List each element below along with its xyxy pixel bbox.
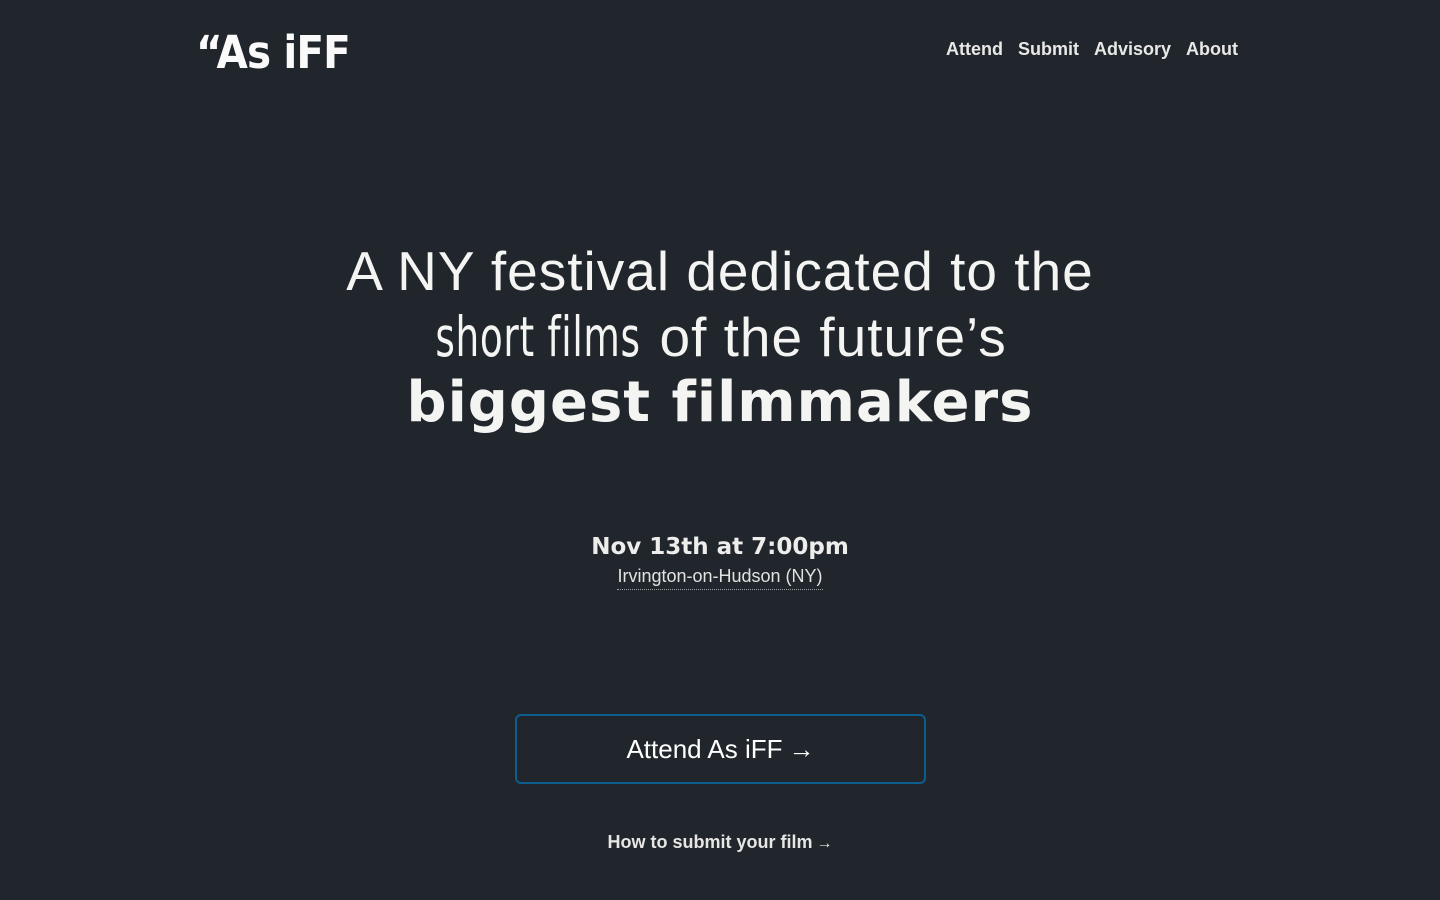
- event-date: Nov 13th at 7:00pm: [591, 534, 849, 560]
- event-location-link[interactable]: Irvington-on-Hudson (NY): [617, 565, 823, 590]
- hero-line-2-rest: of the future’s: [643, 306, 1007, 368]
- attend-button-label: Attend As iFF: [626, 733, 783, 764]
- site-header: “As iFF Attend Submit Advisory About: [0, 0, 1440, 100]
- hero-line-3: biggest filmmakers: [406, 370, 1034, 435]
- submit-film-link[interactable]: How to submit your film →: [608, 832, 833, 852]
- arrow-right-icon: →: [788, 733, 815, 764]
- nav-about[interactable]: About: [1186, 38, 1238, 60]
- nav-advisory[interactable]: Advisory: [1094, 38, 1171, 60]
- hero-heading: A NY festival dedicated to the short fil…: [0, 238, 1440, 436]
- hero-line-1: A NY festival dedicated to the: [346, 240, 1094, 302]
- hero-line-2: short films of the future’s: [0, 304, 1440, 370]
- nav-submit[interactable]: Submit: [1018, 38, 1079, 60]
- attend-button[interactable]: Attend As iFF →: [515, 714, 926, 784]
- site-logo[interactable]: “As iFF: [196, 30, 351, 75]
- hero-narrow-text: short films: [435, 305, 641, 369]
- main-nav: Attend Submit Advisory About: [946, 38, 1238, 60]
- submit-film-section: How to submit your film →: [0, 832, 1440, 853]
- arrow-right-icon: →: [816, 835, 833, 852]
- page: “As iFF Attend Submit Advisory About A N…: [0, 0, 1440, 900]
- submit-film-label: How to submit your film: [607, 832, 813, 852]
- event-info: Nov 13th at 7:00pm Irvington-on-Hudson (…: [0, 532, 1440, 590]
- nav-attend[interactable]: Attend: [946, 38, 1003, 60]
